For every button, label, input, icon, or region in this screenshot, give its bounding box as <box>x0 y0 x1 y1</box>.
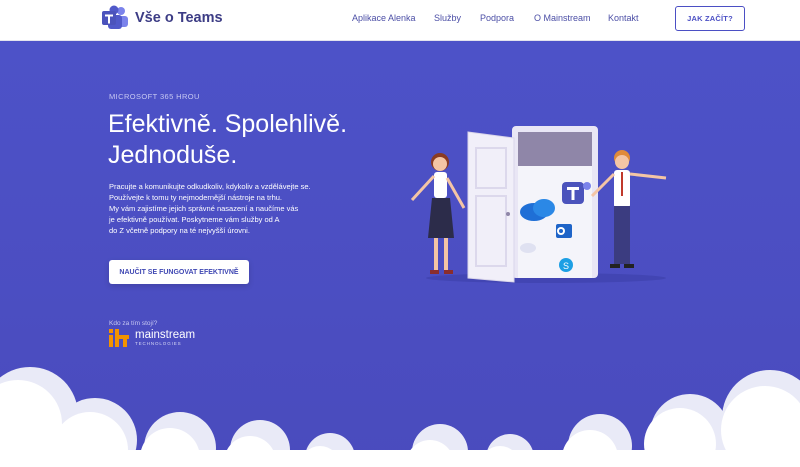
paragraph-line: je efektivně používat. Poskytneme vám sl… <box>109 215 280 224</box>
cloud-icon <box>520 243 536 253</box>
woman-figure <box>410 153 466 274</box>
paragraph-line: Používejte k tomu ty nejmodernější nástr… <box>109 193 283 202</box>
naucit-se-button[interactable]: NAUČIT SE FUNGOVAT EFEKTIVNĚ <box>109 260 249 284</box>
top-navigation-bar: Vše o Teams Aplikace Alenka Služby Podpo… <box>0 0 800 41</box>
open-door <box>467 131 515 283</box>
outlook-icon <box>556 224 572 238</box>
headline-line-1: Efektivně. Spolehlivě. <box>108 110 348 138</box>
brand-name: Vše o Teams <box>135 10 223 26</box>
hero-eyebrow: MICROSOFT 365 HROU <box>109 92 200 101</box>
paragraph-line: do Z včetně podpory na té nejvyšší úrovn… <box>109 226 250 235</box>
hero-headline: Efektivně. Spolehlivě. Jednoduše. <box>108 109 408 171</box>
nav-link-o-mainstream[interactable]: O Mainstream <box>534 13 591 23</box>
paragraph-line: My vám zajistíme jejich správné nasazení… <box>109 204 299 213</box>
nav-link-kontakt[interactable]: Kontakt <box>608 13 639 23</box>
headline-line-2: Jednoduše. <box>108 141 238 169</box>
hero-illustration: S <box>396 120 686 290</box>
hero-paragraph: Pracujte a komunikujte odkudkoliv, kdyko… <box>109 181 359 236</box>
nav-link-podpora[interactable]: Podpora <box>480 13 514 23</box>
cloud-decoration <box>0 340 800 467</box>
brand-logo[interactable]: Vše o Teams <box>101 5 223 31</box>
nav-link-aplikace-alenka[interactable]: Aplikace Alenka <box>352 13 416 23</box>
jak-zacit-button[interactable]: JAK ZAČÍT? <box>675 6 745 31</box>
teams-logo-icon <box>101 5 129 31</box>
who-is-behind-label: Kdo za tím stojí? <box>109 320 158 327</box>
paragraph-line: Pracujte a komunikujte odkudkoliv, kdyko… <box>109 182 311 191</box>
svg-text:S: S <box>563 261 569 271</box>
nav-link-sluzby[interactable]: Služby <box>434 13 461 23</box>
skype-icon: S <box>559 258 573 272</box>
man-figure <box>590 150 667 268</box>
